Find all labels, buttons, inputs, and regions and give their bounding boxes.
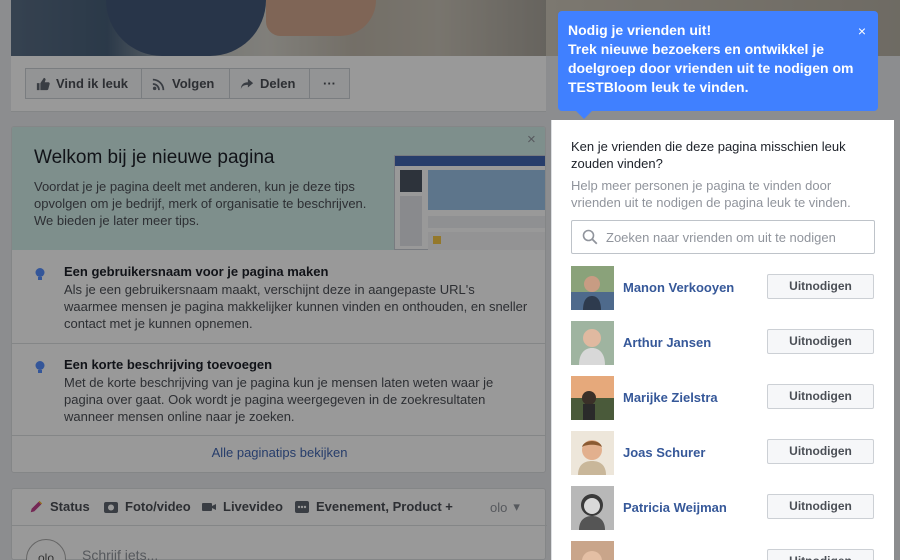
tab-label: Foto/video [125, 499, 191, 514]
welcome-title: Welkom bij je nieuwe pagina [34, 147, 275, 168]
tab-photo-video[interactable]: Foto/video [103, 499, 191, 514]
friend-row: Manon Verkooyen Uitnodigen [571, 266, 875, 310]
tab-status[interactable]: Status [28, 499, 90, 514]
invite-button[interactable]: Uitnodigen [767, 549, 874, 560]
avatar: olo [26, 539, 66, 560]
tab-event-product[interactable]: Evenement, Product + [294, 499, 453, 514]
welcome-description: Voordat je je pagina deelt met anderen, … [34, 179, 367, 228]
tip-text: Met de korte beschrijving van je pagina … [64, 375, 494, 424]
invite-button[interactable]: Uitnodigen [767, 274, 874, 299]
welcome-close-icon[interactable]: × [527, 131, 536, 148]
share-label: Delen [260, 76, 296, 91]
invite-button[interactable]: Uitnodigen [767, 384, 874, 409]
divider [12, 525, 547, 526]
avatar [571, 541, 614, 560]
tip-title: Een korte beschrijving toevoegen [64, 357, 273, 372]
cover-photo [11, 0, 546, 56]
composer-input[interactable]: Schrijf iets... [82, 547, 158, 560]
like-label: Vind ik leuk [56, 76, 129, 91]
tab-live-video[interactable]: Livevideo [201, 499, 283, 514]
friend-row-partial: Uitnodigen [571, 541, 875, 560]
share-arrow-icon [240, 78, 254, 89]
post-composer: Status Foto/video Livevideo Evenement, P… [11, 488, 547, 560]
welcome-card: Welkom bij je nieuwe pagina Voordat je j… [11, 126, 546, 473]
invite-tooltip: Nodig je vrienden uit! Trek nieuwe bezoe… [558, 11, 878, 119]
tooltip-title: Nodig je vrienden uit! [568, 22, 712, 38]
video-camera-icon [202, 502, 216, 511]
chevron-down-icon: ▾ [513, 499, 520, 514]
avatar [571, 266, 614, 310]
friend-row: Joas Schurer Uitnodigen [571, 431, 875, 475]
avatar [571, 321, 614, 365]
pencil-icon [30, 500, 43, 512]
friend-name[interactable]: Marijke Zielstra [623, 390, 718, 405]
search-icon [582, 229, 598, 245]
follow-label: Volgen [172, 76, 215, 91]
welcome-header: Welkom bij je nieuwe pagina Voordat je j… [12, 127, 545, 250]
follow-button[interactable]: Volgen [141, 68, 230, 99]
all-tips-link[interactable]: Alle paginatips bekijken [12, 445, 545, 460]
dim-overlay [894, 120, 900, 560]
lightbulb-icon [35, 268, 45, 280]
rss-icon [152, 78, 165, 90]
friend-name[interactable]: Manon Verkooyen [623, 280, 734, 295]
more-dots-icon: ··· [323, 76, 336, 91]
tab-label: Status [50, 499, 90, 514]
invite-button[interactable]: Uitnodigen [767, 439, 874, 464]
invite-button[interactable]: Uitnodigen [767, 329, 874, 354]
lightbulb-icon [35, 361, 45, 373]
avatar [571, 431, 614, 475]
dots-box-icon [295, 500, 309, 513]
divider [12, 343, 545, 344]
more-button[interactable]: ··· [309, 68, 350, 99]
share-button[interactable]: Delen [229, 68, 310, 99]
thumbs-up-icon [36, 77, 50, 90]
extra-label: olo [490, 499, 508, 515]
page-action-bar: Vind ik leuk Volgen Delen ··· [11, 56, 546, 112]
friend-name[interactable]: Joas Schurer [623, 445, 705, 460]
like-button[interactable]: Vind ik leuk [25, 68, 142, 99]
avatar [571, 486, 614, 530]
search-input[interactable] [606, 229, 866, 245]
composer-extra-dropdown[interactable]: olo ▾ [490, 499, 520, 515]
tab-label: Evenement, Product + [316, 499, 453, 514]
friend-name[interactable]: Patricia Weijman [623, 500, 727, 515]
tip-title: Een gebruikersnaam voor je pagina maken [64, 264, 329, 279]
divider [12, 435, 545, 436]
page-illustration [394, 155, 545, 250]
camera-icon [104, 501, 118, 513]
panel-question: Ken je vrienden die deze pagina misschie… [571, 139, 846, 171]
tooltip-text: Trek nieuwe bezoekers en ontwikkel je do… [568, 41, 854, 95]
friend-row: Arthur Jansen Uitnodigen [571, 321, 875, 365]
invite-friends-panel: Ken je vrienden die deze pagina misschie… [551, 120, 894, 560]
invite-button[interactable]: Uitnodigen [767, 494, 874, 519]
avatar [571, 376, 614, 420]
friend-name[interactable]: Arthur Jansen [623, 335, 711, 350]
tip-text: Als je een gebruikersnaam maakt, verschi… [64, 282, 528, 331]
friend-search[interactable] [571, 220, 875, 254]
friend-row: Marijke Zielstra Uitnodigen [571, 376, 875, 420]
tab-label: Livevideo [223, 499, 283, 514]
close-icon[interactable]: × [858, 23, 866, 39]
panel-subtitle: Help meer personen je pagina te vinden d… [571, 178, 851, 210]
friend-row: Patricia Weijman Uitnodigen [571, 486, 875, 530]
